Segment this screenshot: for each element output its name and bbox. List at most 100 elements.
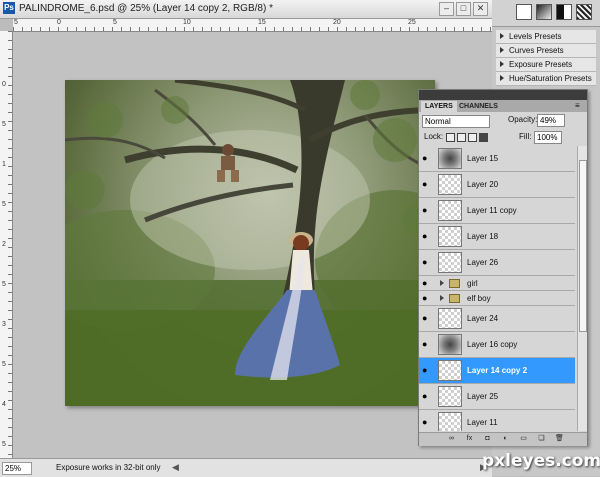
- layer-name: Layer 24: [467, 314, 499, 323]
- ruler-tick-label: 0: [2, 81, 6, 88]
- tab-layers[interactable]: LAYERS: [421, 101, 457, 112]
- layer-thumbnail: [438, 334, 462, 355]
- layer-thumbnail: [438, 252, 462, 273]
- layer-name: Layer 16 copy: [467, 340, 518, 349]
- preset-label: Levels Presets: [509, 32, 562, 41]
- watermark-logo: pxleyes.com: [482, 451, 600, 471]
- layer-row[interactable]: ● Layer 11 copy: [419, 198, 575, 224]
- eye-icon[interactable]: ●: [422, 154, 432, 163]
- layer-row[interactable]: ● Layer 16 copy: [419, 332, 575, 358]
- threshold-icon[interactable]: [556, 4, 572, 20]
- scroll-left-arrow-icon[interactable]: ◀: [172, 462, 179, 473]
- zoom-level-field[interactable]: 25%: [2, 462, 32, 475]
- layer-name: Layer 11 copy: [467, 206, 517, 215]
- eye-icon[interactable]: ●: [422, 294, 432, 303]
- lock-transparent-icon[interactable]: [446, 133, 455, 142]
- expand-triangle-icon[interactable]: [440, 280, 444, 286]
- gradient-map-icon[interactable]: [536, 4, 552, 20]
- layer-group-row[interactable]: ● girl: [419, 276, 575, 291]
- layer-name: Layer 15: [467, 154, 499, 163]
- ruler-tick-label: 5: [2, 281, 6, 288]
- eye-icon[interactable]: ●: [422, 366, 432, 375]
- trash-icon[interactable]: 🗑: [555, 435, 564, 443]
- lock-position-icon[interactable]: [468, 133, 477, 142]
- ruler-tick-label: 15: [258, 19, 266, 26]
- preset-label: Curves Presets: [509, 46, 564, 55]
- layers-scrollbar[interactable]: [577, 146, 587, 431]
- layer-row[interactable]: ● Layer 18: [419, 224, 575, 250]
- levels-presets-item[interactable]: Levels Presets: [496, 30, 596, 44]
- eye-icon[interactable]: ●: [422, 258, 432, 267]
- new-layer-icon[interactable]: ❏: [537, 435, 546, 443]
- eye-icon[interactable]: ●: [422, 206, 432, 215]
- close-button[interactable]: ✕: [473, 2, 488, 16]
- tree-scene-illustration: [65, 80, 435, 406]
- layer-thumbnail: [438, 386, 462, 407]
- expand-triangle-icon: [500, 61, 504, 67]
- panel-tabs: LAYERS CHANNELS ≡: [419, 100, 587, 112]
- ruler-tick-label: 5: [2, 361, 6, 368]
- eye-icon[interactable]: ●: [422, 180, 432, 189]
- eye-icon[interactable]: ●: [422, 340, 432, 349]
- fill-field[interactable]: 100%: [534, 131, 562, 144]
- layer-row[interactable]: ● Layer 25: [419, 384, 575, 410]
- layers-footer: ∞ fx ◘ ◐ ▭ ❏ 🗑: [419, 432, 587, 446]
- ruler-tick-label: 10: [183, 19, 191, 26]
- panel-header-bar[interactable]: [419, 90, 587, 100]
- maximize-button[interactable]: □: [456, 2, 471, 16]
- opacity-field[interactable]: 49%: [537, 114, 565, 127]
- adjustments-icon-strip: [492, 0, 600, 27]
- layer-row[interactable]: ● Layer 26: [419, 250, 575, 276]
- document-canvas-image[interactable]: [65, 80, 435, 406]
- eye-icon[interactable]: ●: [422, 279, 432, 288]
- layer-name: Layer 25: [467, 392, 499, 401]
- mask-icon[interactable]: ◘: [483, 435, 492, 443]
- layer-row[interactable]: ● Layer 15: [419, 146, 575, 172]
- panel-menu-icon[interactable]: ≡: [575, 101, 580, 110]
- photoshop-icon: Ps: [3, 2, 15, 14]
- eye-icon[interactable]: ●: [422, 314, 432, 323]
- adjustment-icon[interactable]: ◐: [501, 435, 510, 443]
- ruler-tick-label: 5: [2, 121, 6, 128]
- folder-icon: [449, 279, 460, 288]
- ruler-tick-label: 4: [2, 401, 6, 408]
- selective-color-icon[interactable]: [576, 4, 592, 20]
- eye-icon[interactable]: ●: [422, 418, 432, 427]
- ruler-tick-label: 1: [2, 161, 6, 168]
- fx-icon[interactable]: fx: [465, 435, 474, 443]
- eye-icon[interactable]: ●: [422, 392, 432, 401]
- lock-label: Lock:: [424, 132, 444, 141]
- preset-label: Hue/Saturation Presets: [509, 74, 592, 83]
- lock-all-icon[interactable]: [479, 133, 488, 142]
- ruler-horizontal[interactable]: 5 0 5 10 15 20 25: [13, 19, 492, 32]
- ruler-vertical[interactable]: 0 5 1 5 2 5 3 5 4 5: [0, 31, 13, 458]
- layer-name: Layer 18: [467, 232, 499, 241]
- lock-image-icon[interactable]: [457, 133, 466, 142]
- minimize-button[interactable]: –: [439, 2, 454, 16]
- ruler-tick-label: 2: [2, 241, 6, 248]
- layers-list: ● Layer 15 ● Layer 20 ● Layer 11 copy ● Laye…: [419, 146, 577, 431]
- layer-thumbnail: [438, 148, 462, 169]
- layer-thumbnail: [438, 174, 462, 195]
- status-info-text[interactable]: Exposure works in 32-bit only: [56, 463, 161, 472]
- layer-row-selected[interactable]: ● Layer 14 copy 2: [419, 358, 575, 384]
- layer-row[interactable]: ● Layer 11: [419, 410, 575, 431]
- scrollbar-thumb[interactable]: [579, 160, 587, 332]
- hue-saturation-presets-item[interactable]: Hue/Saturation Presets: [496, 72, 596, 86]
- expand-triangle-icon[interactable]: [440, 295, 444, 301]
- document-titlebar[interactable]: Ps PALINDROME_6.psd @ 25% (Layer 14 copy…: [0, 0, 492, 19]
- layer-group-row[interactable]: ● elf boy: [419, 291, 575, 306]
- adjustment-preset-icon[interactable]: [516, 4, 532, 20]
- ruler-tick-label: 0: [57, 19, 61, 26]
- layer-name: Layer 20: [467, 180, 499, 189]
- exposure-presets-item[interactable]: Exposure Presets: [496, 58, 596, 72]
- eye-icon[interactable]: ●: [422, 232, 432, 241]
- layer-row[interactable]: ● Layer 20: [419, 172, 575, 198]
- tab-channels[interactable]: CHANNELS: [455, 101, 502, 112]
- expand-triangle-icon: [500, 75, 504, 81]
- layer-row[interactable]: ● Layer 24: [419, 306, 575, 332]
- link-icon[interactable]: ∞: [447, 435, 456, 443]
- blend-mode-select[interactable]: Normal: [422, 115, 490, 128]
- curves-presets-item[interactable]: Curves Presets: [496, 44, 596, 58]
- group-icon[interactable]: ▭: [519, 435, 528, 443]
